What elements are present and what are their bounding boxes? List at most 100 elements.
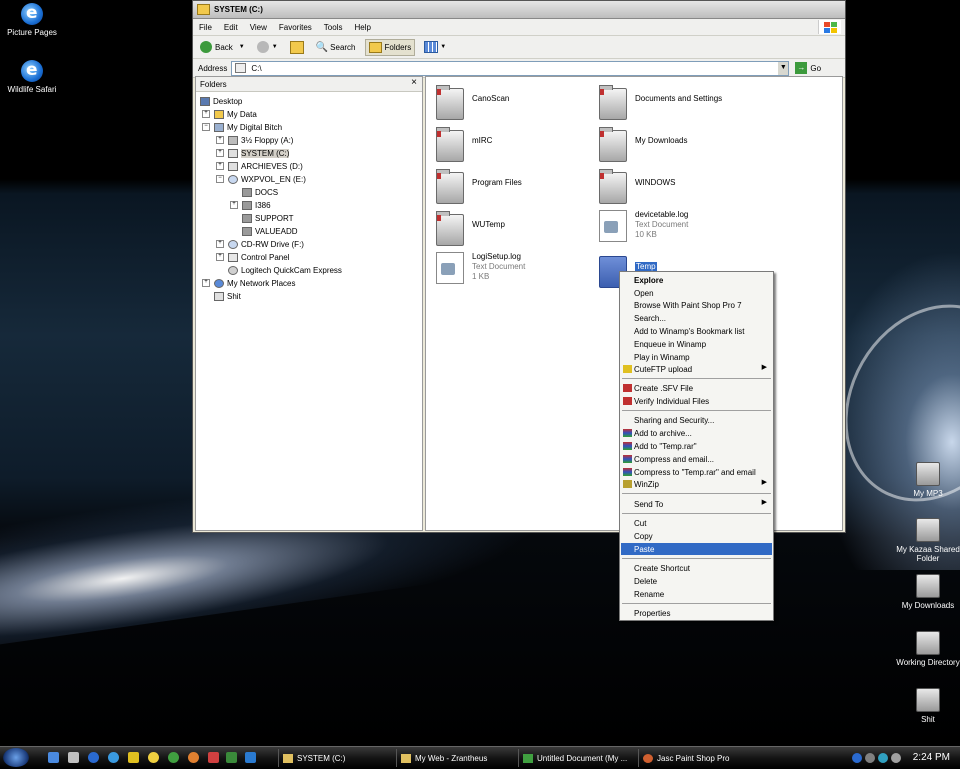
file-item[interactable]: WINDOWS (599, 169, 675, 204)
desktop-icon-my-downloads[interactable]: My Downloads (896, 574, 960, 610)
tree-item-support[interactable]: SUPPORT (242, 212, 294, 224)
expand-icon[interactable]: + (202, 279, 210, 287)
desktop-icon-my-mp3[interactable]: My MP3 (896, 462, 960, 498)
expand-icon[interactable]: + (216, 136, 224, 144)
menu-file[interactable]: File (193, 23, 218, 32)
menu-view[interactable]: View (244, 23, 273, 32)
tree-item-network-places[interactable]: + My Network Places (202, 277, 295, 289)
file-item[interactable]: WUTemp (436, 211, 505, 246)
tree-item-my-computer[interactable]: − My Digital Bitch (202, 121, 282, 133)
quicklaunch-msn-icon[interactable] (168, 752, 179, 763)
quicklaunch-app3-icon[interactable] (208, 752, 219, 763)
desktop-icon-shit[interactable]: Shit (896, 688, 960, 724)
tree-item-cdrw-f[interactable]: + CD-RW Drive (F:) (216, 238, 304, 250)
menu-item-properties[interactable]: Properties (621, 607, 772, 619)
menu-item-send-to[interactable]: Send To ▶ (621, 498, 772, 510)
desktop-icon-kazaa[interactable]: My Kazaa Shared Folder (896, 518, 960, 563)
address-input[interactable]: C:\ ▼ (231, 60, 790, 76)
expand-icon[interactable]: + (216, 149, 224, 157)
expand-icon[interactable]: + (202, 110, 210, 118)
address-dropdown-icon[interactable]: ▼ (778, 61, 789, 75)
desktop-icon-working-directory[interactable]: Working Directory (896, 631, 960, 667)
title-bar[interactable]: SYSTEM (C:) (193, 1, 845, 19)
go-button[interactable]: → Go (795, 62, 821, 74)
tree-item-floppy[interactable]: + 3½ Floppy (A:) (216, 134, 293, 146)
tree-item-control-panel[interactable]: + Control Panel (216, 251, 289, 263)
taskbar-button-my-web[interactable]: My Web - Zrantheus (396, 749, 516, 767)
menu-item-play-winamp[interactable]: Play in Winamp (621, 351, 772, 363)
tray-clock-icon[interactable] (891, 753, 901, 763)
file-item[interactable]: Program Files (436, 169, 522, 204)
quicklaunch-app-icon[interactable] (68, 752, 79, 763)
menu-item-browse-psp[interactable]: Browse With Paint Shop Pro 7 (621, 299, 772, 311)
menu-item-search[interactable]: Search... (621, 312, 772, 324)
file-item[interactable]: mIRC (436, 127, 492, 162)
menu-item-open[interactable]: Open (621, 287, 772, 299)
start-button[interactable] (3, 748, 29, 767)
quicklaunch-app2-icon[interactable] (188, 752, 199, 763)
collapse-icon[interactable]: − (202, 123, 210, 131)
menu-item-explore[interactable]: Explore (621, 274, 772, 286)
expand-icon[interactable]: + (216, 162, 224, 170)
file-item[interactable]: Documents and Settings (599, 85, 722, 120)
quicklaunch-ie2-icon[interactable] (108, 752, 119, 763)
quicklaunch-ie-icon[interactable] (88, 752, 99, 763)
menu-item-winamp-bookmark[interactable]: Add to Winamp's Bookmark list (621, 325, 772, 337)
folders-button[interactable]: Folders (364, 38, 416, 56)
menu-item-delete[interactable]: Delete (621, 575, 772, 587)
menu-item-enqueue-winamp[interactable]: Enqueue in Winamp (621, 338, 772, 350)
menu-tools[interactable]: Tools (318, 23, 349, 32)
clock[interactable]: 2:24 PM (913, 752, 950, 763)
desktop-icon-picture-pages[interactable]: Picture Pages (0, 3, 64, 37)
tray-network-icon[interactable] (852, 753, 862, 763)
tree-item-i386[interactable]: + I386 (230, 199, 271, 211)
tree-item-wxpvol-e[interactable]: − WXPVOL_EN (E:) (216, 173, 306, 185)
close-pane-icon[interactable]: × (411, 77, 417, 88)
menu-help[interactable]: Help (348, 23, 376, 32)
tree-item-docs[interactable]: DOCS (242, 186, 278, 198)
quicklaunch-messenger-icon[interactable] (128, 752, 139, 763)
menu-item-sharing[interactable]: Sharing and Security... (621, 414, 772, 426)
menu-item-compress-temp-email[interactable]: Compress to "Temp.rar" and email (621, 466, 772, 478)
menu-item-rename[interactable]: Rename (621, 588, 772, 600)
expand-icon[interactable]: + (230, 201, 238, 209)
quicklaunch-smiley-icon[interactable] (148, 752, 159, 763)
menu-item-add-archive[interactable]: Add to archive... (621, 427, 772, 439)
quicklaunch-app4-icon[interactable] (226, 752, 237, 763)
menu-item-verify-files[interactable]: Verify Individual Files (621, 395, 772, 407)
menu-item-compress-email[interactable]: Compress and email... (621, 453, 772, 465)
tree-item-desktop[interactable]: Desktop (200, 95, 242, 107)
file-item[interactable]: LogiSetup.log Text Document 1 KB (436, 252, 525, 284)
menu-edit[interactable]: Edit (218, 23, 244, 32)
tray-app-icon[interactable] (878, 753, 888, 763)
views-button[interactable]: ▼ (421, 39, 449, 55)
tree-item-archieves-d[interactable]: + ARCHIEVES (D:) (216, 160, 303, 172)
menu-item-cut[interactable]: Cut (621, 517, 772, 529)
tree-item-valueadd[interactable]: VALUEADD (242, 225, 298, 237)
menu-item-winzip[interactable]: WinZip ▶ (621, 478, 772, 490)
menu-item-cuteftp[interactable]: CuteFTP upload ▶ (621, 363, 772, 375)
quicklaunch-desktop-icon[interactable] (48, 752, 59, 763)
taskbar-button-paint-shop[interactable]: Jasc Paint Shop Pro (638, 749, 750, 767)
menu-item-create-sfv[interactable]: Create .SFV File (621, 382, 772, 394)
search-button[interactable]: 🔍 Search (313, 40, 359, 55)
tree-item-system-c[interactable]: + SYSTEM (C:) (216, 147, 290, 159)
taskbar-button-untitled[interactable]: Untitled Document (My ... (518, 749, 634, 767)
menu-item-create-shortcut[interactable]: Create Shortcut (621, 562, 772, 574)
quicklaunch-app5-icon[interactable] (245, 752, 256, 763)
expand-icon[interactable]: + (216, 240, 224, 248)
file-item[interactable]: CanoScan (436, 85, 509, 120)
taskbar-button-explorer[interactable]: SYSTEM (C:) (278, 749, 390, 767)
tray-volume-icon[interactable] (865, 753, 875, 763)
menu-item-paste[interactable]: Paste (621, 543, 772, 555)
file-item[interactable]: My Downloads (599, 127, 687, 162)
expand-icon[interactable]: + (216, 253, 224, 261)
menu-item-copy[interactable]: Copy (621, 530, 772, 542)
forward-button[interactable]: ▼ (254, 39, 281, 55)
tree-item-shit[interactable]: Shit (214, 290, 241, 302)
collapse-icon[interactable]: − (216, 175, 224, 183)
tree-item-quickcam[interactable]: Logitech QuickCam Express (228, 264, 342, 276)
up-button[interactable] (287, 39, 307, 56)
menu-item-add-temp-rar[interactable]: Add to "Temp.rar" (621, 440, 772, 452)
tree-item-my-data[interactable]: + My Data (202, 108, 257, 120)
